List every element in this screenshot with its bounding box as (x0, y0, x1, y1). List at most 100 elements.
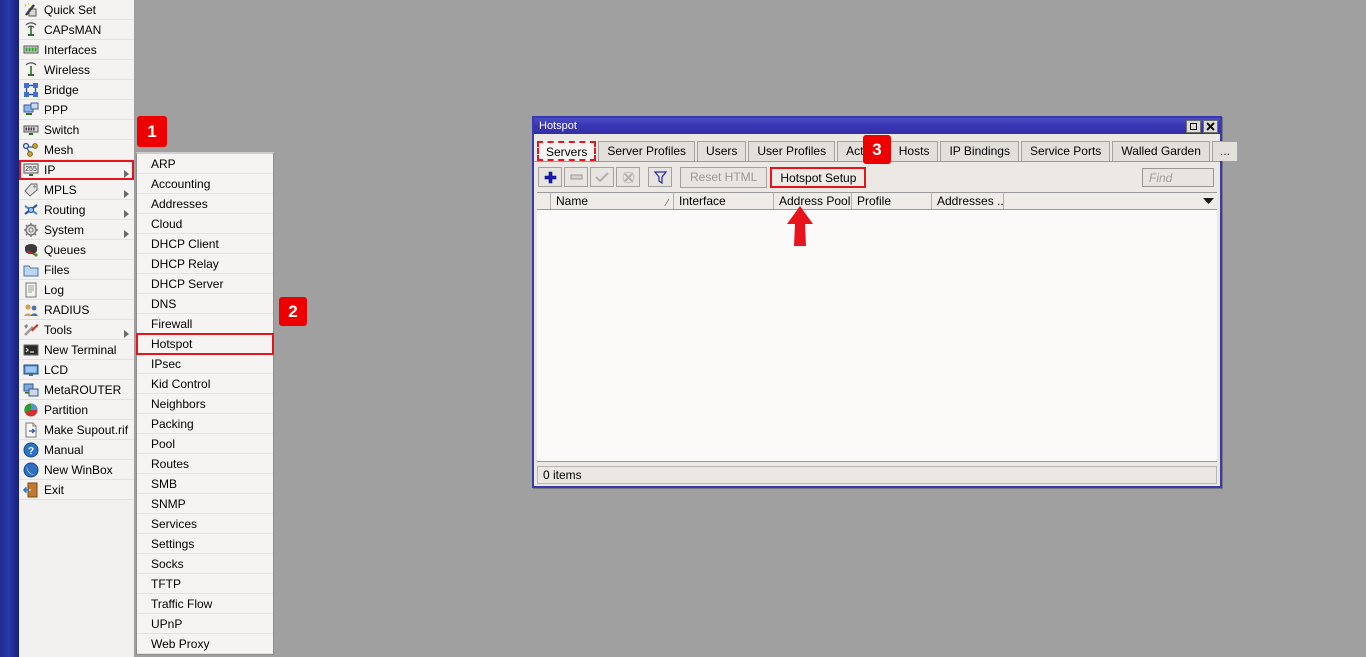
sidebar-item-label: IP (44, 163, 55, 177)
sidebar-item-ip[interactable]: 255IP (19, 160, 134, 180)
tab-service-ports[interactable]: Service Ports (1021, 141, 1110, 161)
sidebar-item-mpls[interactable]: MPLS (19, 180, 134, 200)
column-header-name[interactable]: Name⁄ (551, 193, 674, 209)
add-button[interactable] (538, 167, 562, 187)
sidebar-item-log[interactable]: Log (19, 280, 134, 300)
ip-submenu-item-kid-control[interactable]: Kid Control (137, 374, 273, 394)
sidebar-item-label: RADIUS (44, 303, 89, 317)
sidebar-item-wireless[interactable]: Wireless (19, 60, 134, 80)
ip-submenu-item-web-proxy[interactable]: Web Proxy (137, 634, 273, 654)
ip-submenu-item-hotspot[interactable]: Hotspot (137, 334, 273, 354)
remove-button[interactable] (564, 167, 588, 187)
sidebar-item-label: Quick Set (44, 3, 96, 17)
tab-servers[interactable]: Servers (537, 141, 596, 161)
ip-submenu-item-ipsec[interactable]: IPsec (137, 354, 273, 374)
sidebar-item-metarouter[interactable]: MetaROUTER (19, 380, 134, 400)
sidebar-item-partition[interactable]: Partition (19, 400, 134, 420)
ip-submenu-item-upnp[interactable]: UPnP (137, 614, 273, 634)
hotspot-window-titlebar[interactable]: Hotspot (534, 118, 1220, 134)
sidebar-item-capsman[interactable]: CAPsMAN (19, 20, 134, 40)
ip-submenu-item-addresses[interactable]: Addresses (137, 194, 273, 214)
column-chooser-button[interactable] (1199, 193, 1217, 209)
chevron-right-icon (124, 326, 129, 334)
ip-submenu-item-pool[interactable]: Pool (137, 434, 273, 454)
ip-submenu-item-socks[interactable]: Socks (137, 554, 273, 574)
tab-server-profiles[interactable]: Server Profiles (598, 141, 695, 161)
column-header-filler (1004, 193, 1199, 209)
hotspot-list-body[interactable] (537, 210, 1217, 462)
sidebar-item-files[interactable]: Files (19, 260, 134, 280)
sidebar-item-interfaces[interactable]: Interfaces (19, 40, 134, 60)
filter-button[interactable] (648, 167, 672, 187)
column-header-addresses[interactable]: Addresses ... (932, 193, 1004, 209)
ip-submenu-item-smb[interactable]: SMB (137, 474, 273, 494)
sidebar-item-system[interactable]: System (19, 220, 134, 240)
sidebar-item-queues[interactable]: Queues (19, 240, 134, 260)
sidebar-item-quick-set[interactable]: Quick Set (19, 0, 134, 20)
ip-submenu-item-traffic-flow[interactable]: Traffic Flow (137, 594, 273, 614)
sidebar-item-routing[interactable]: Routing (19, 200, 134, 220)
sidebar-item-label: Mesh (44, 143, 73, 157)
tab-walled-garden[interactable]: Walled Garden (1112, 141, 1210, 161)
column-header-profile[interactable]: Profile (852, 193, 932, 209)
ip-submenu-item-services[interactable]: Services (137, 514, 273, 534)
quick-set-icon (23, 2, 39, 18)
ip-submenu-item-settings[interactable]: Settings (137, 534, 273, 554)
annotation-badge-2: 2 (279, 297, 307, 326)
ip-submenu-item-neighbors[interactable]: Neighbors (137, 394, 273, 414)
enable-button[interactable] (590, 167, 614, 187)
hotspot-window: Hotspot ServersServer ProfilesUsersUser … (532, 116, 1222, 488)
sidebar-item-switch[interactable]: Switch (19, 120, 134, 140)
find-input[interactable]: Find (1142, 168, 1214, 187)
sidebar-item-exit[interactable]: Exit (19, 480, 134, 500)
ip-submenu-item-cloud[interactable]: Cloud (137, 214, 273, 234)
disable-button[interactable] (616, 167, 640, 187)
column-header-label: Name (556, 194, 588, 208)
sidebar-item-label: CAPsMAN (44, 23, 101, 37)
hotspot-window-title: Hotspot (539, 120, 1184, 132)
sidebar-item-bridge[interactable]: Bridge (19, 80, 134, 100)
tab-hosts[interactable]: Hosts (890, 141, 939, 161)
tab-ip-bindings[interactable]: IP Bindings (940, 141, 1019, 161)
sidebar-item-radius[interactable]: RADIUS (19, 300, 134, 320)
ip-submenu-item-dhcp-server[interactable]: DHCP Server (137, 274, 273, 294)
ip-submenu-item-dns[interactable]: DNS (137, 294, 273, 314)
routing-icon (23, 202, 39, 218)
ip-submenu-item-snmp[interactable]: SNMP (137, 494, 273, 514)
ip-submenu-item-arp[interactable]: ARP (137, 154, 273, 174)
wireless-icon (23, 62, 39, 78)
tab-user-profiles[interactable]: User Profiles (748, 141, 835, 161)
sidebar-item-new-terminal[interactable]: New Terminal (19, 340, 134, 360)
reset-html-button[interactable]: Reset HTML (680, 167, 767, 188)
close-button[interactable] (1203, 120, 1218, 133)
ip-submenu-item-routes[interactable]: Routes (137, 454, 273, 474)
sidebar-item-new-winbox[interactable]: New WinBox (19, 460, 134, 480)
ip-submenu-item-accounting[interactable]: Accounting (137, 174, 273, 194)
maximize-icon (1190, 123, 1197, 130)
tab-[interactable]: ... (1212, 141, 1238, 161)
sidebar-item-lcd[interactable]: LCD (19, 360, 134, 380)
sidebar-item-label: New Terminal (44, 343, 116, 357)
ip-submenu-item-dhcp-relay[interactable]: DHCP Relay (137, 254, 273, 274)
tab-users[interactable]: Users (697, 141, 746, 161)
sidebar-item-label: Switch (44, 123, 79, 137)
sidebar-item-label: Manual (44, 443, 83, 457)
sidebar-item-tools[interactable]: Tools (19, 320, 134, 340)
ip-submenu-item-dhcp-client[interactable]: DHCP Client (137, 234, 273, 254)
ip-submenu-item-packing[interactable]: Packing (137, 414, 273, 434)
files-icon (23, 262, 39, 278)
sidebar-item-make-supout-rif[interactable]: Make Supout.rif (19, 420, 134, 440)
chevron-right-icon (124, 206, 129, 214)
sidebar-item-manual[interactable]: ? Manual (19, 440, 134, 460)
sidebar-item-mesh[interactable]: Mesh (19, 140, 134, 160)
ppp-icon (23, 102, 39, 118)
column-header-interface[interactable]: Interface (674, 193, 774, 209)
sidebar-item-ppp[interactable]: PPP (19, 100, 134, 120)
sidebar-item-label: New WinBox (44, 463, 113, 477)
ip-submenu-item-tftp[interactable]: TFTP (137, 574, 273, 594)
maximize-button[interactable] (1186, 120, 1201, 133)
ip-submenu-item-firewall[interactable]: Firewall (137, 314, 273, 334)
svg-text:?: ? (28, 446, 34, 457)
hotspot-toolbar: Reset HTML Hotspot Setup Find (534, 162, 1220, 192)
hotspot-setup-button[interactable]: Hotspot Setup (770, 167, 866, 188)
